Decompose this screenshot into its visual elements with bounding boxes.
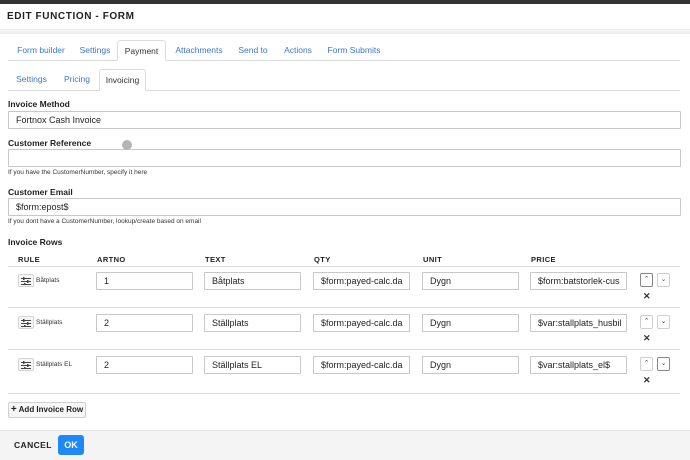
artno-input[interactable]: 2	[96, 356, 193, 374]
tab-actions[interactable]: Actions	[278, 40, 318, 61]
sub-tabs: Settings Pricing Invoicing	[8, 69, 680, 91]
header-divider	[0, 31, 690, 34]
row-divider	[8, 349, 680, 350]
dialog-footer	[0, 430, 690, 460]
plus-icon: +	[10, 404, 17, 415]
rule-name: Båtplats	[36, 277, 60, 284]
col-header-unit: UNIT	[423, 255, 443, 264]
main-tabs: Form builder Settings Payment Attachment…	[8, 40, 680, 61]
chevron-up-icon: ⌃	[643, 276, 650, 283]
remove-row-button[interactable]: ✕	[643, 333, 651, 344]
sliders-icon	[21, 318, 31, 327]
price-input[interactable]: $var:stallplats_husbil	[530, 314, 627, 332]
tab-payment[interactable]: Payment	[117, 40, 166, 61]
unit-input[interactable]: Dygn	[422, 314, 519, 332]
unit-input[interactable]: Dygn	[422, 272, 519, 290]
tab-form-submits[interactable]: Form Submits	[322, 40, 386, 61]
row-divider	[8, 307, 680, 308]
cancel-button[interactable]: CANCEL	[14, 440, 52, 450]
unit-input[interactable]: Dygn	[422, 356, 519, 374]
artno-input[interactable]: 2	[96, 314, 193, 332]
move-up-button[interactable]: ⌃	[640, 315, 653, 329]
col-header-price: PRICE	[531, 255, 556, 264]
move-down-button[interactable]: ⌄	[657, 357, 670, 371]
qty-input[interactable]: $form:payed-calc.da	[313, 272, 410, 290]
subtab-settings[interactable]: Settings	[8, 69, 55, 91]
row-divider	[8, 393, 680, 394]
col-header-qty: QTY	[314, 255, 331, 264]
close-icon: ✕	[643, 291, 651, 301]
invoice-method-label: Invoice Method	[8, 99, 70, 109]
ok-button[interactable]: OK	[58, 435, 84, 455]
tab-attachments[interactable]: Attachments	[168, 40, 230, 61]
customer-reference-input[interactable]	[8, 149, 681, 167]
tab-form-builder[interactable]: Form builder	[8, 40, 74, 61]
price-input[interactable]: $var:stallplats_el$	[530, 356, 627, 374]
rule-name: Ställplats	[36, 319, 63, 326]
sliders-icon	[21, 276, 31, 285]
mouse-cursor	[122, 140, 132, 150]
chevron-up-icon: ⌃	[643, 318, 650, 325]
customer-reference-help: If you have the CustomerNumber, specify …	[8, 169, 148, 176]
close-icon: ✕	[643, 333, 651, 343]
chevron-down-icon: ⌄	[660, 276, 667, 283]
subtab-pricing[interactable]: Pricing	[58, 69, 96, 91]
dialog-title: EDIT FUNCTION - FORM	[7, 11, 135, 22]
remove-row-button[interactable]: ✕	[643, 375, 651, 386]
subtab-invoicing[interactable]: Invoicing	[99, 69, 146, 91]
qty-input[interactable]: $form:payed-calc.da	[313, 356, 410, 374]
move-up-button[interactable]: ⌃	[640, 357, 653, 371]
text-input[interactable]: Båtplats	[204, 272, 301, 290]
remove-row-button[interactable]: ✕	[643, 291, 651, 302]
col-header-rule: RULE	[18, 255, 41, 264]
rule-settings-button[interactable]	[18, 316, 34, 329]
chevron-down-icon: ⌄	[660, 318, 667, 325]
customer-reference-label: Customer Reference	[8, 138, 92, 148]
invoice-rows-label: Invoice Rows	[8, 237, 63, 247]
move-down-button[interactable]: ⌄	[657, 273, 670, 287]
tab-settings[interactable]: Settings	[74, 40, 116, 61]
col-header-artno: ARTNO	[97, 255, 126, 264]
text-input[interactable]: Ställplats	[204, 314, 301, 332]
text-input[interactable]: Ställplats EL	[204, 356, 301, 374]
add-invoice-row-label: Add Invoice Row	[18, 405, 84, 414]
invoice-method-select[interactable]: Fortnox Cash Invoice	[8, 111, 681, 129]
close-icon: ✕	[643, 375, 651, 385]
move-up-button[interactable]: ⌃	[640, 273, 653, 287]
price-input[interactable]: $form:batstorlek-cus	[530, 272, 627, 290]
customer-email-label: Customer Email	[8, 187, 73, 197]
add-invoice-row-button[interactable]: + Add Invoice Row	[8, 402, 86, 418]
rule-name: Ställplats EL	[36, 361, 73, 368]
rule-settings-button[interactable]	[18, 274, 34, 287]
col-header-text: TEXT	[205, 255, 226, 264]
qty-input[interactable]: $form:payed-calc.da	[313, 314, 410, 332]
chevron-down-icon: ⌄	[660, 360, 667, 367]
chevron-up-icon: ⌃	[643, 360, 650, 367]
dialog-header: EDIT FUNCTION - FORM	[0, 4, 690, 30]
tab-send-to[interactable]: Send to	[232, 40, 274, 61]
sliders-icon	[21, 360, 31, 369]
rule-settings-button[interactable]	[18, 358, 34, 371]
customer-email-input[interactable]: $form:epost$	[8, 198, 681, 216]
customer-email-help: If you dont have a CustomerNumber, looku…	[8, 218, 201, 225]
artno-input[interactable]: 1	[96, 272, 193, 290]
row-divider	[8, 266, 680, 267]
move-down-button[interactable]: ⌄	[657, 315, 670, 329]
